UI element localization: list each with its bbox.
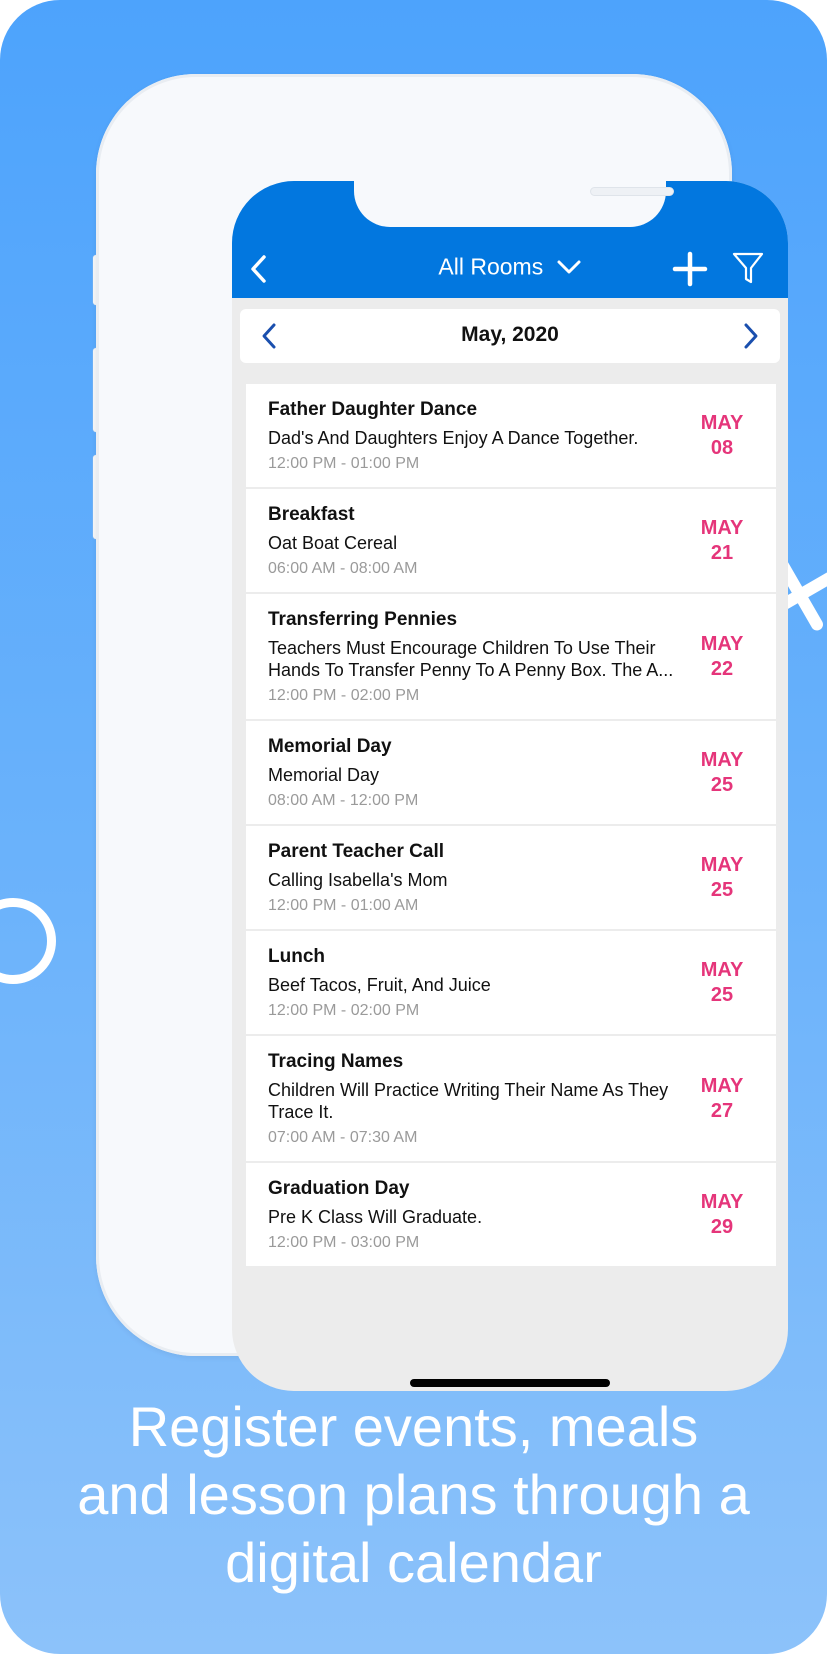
event-date-badge: MAY 27	[692, 1074, 752, 1124]
event-time: 07:00 AM - 07:30 AM	[268, 1129, 418, 1146]
event-list-item[interactable]: Lunch Beef Tacos, Fruit, And Juice 12:00…	[246, 931, 776, 1036]
next-month-button[interactable]	[738, 321, 762, 351]
event-time: 12:00 PM - 03:00 PM	[268, 1234, 420, 1251]
event-month: MAY	[700, 1074, 744, 1097]
event-title: Graduation Day	[268, 1178, 410, 1199]
add-event-button[interactable]	[672, 251, 708, 287]
event-title: Transferring Pennies	[268, 609, 458, 630]
event-day: 08	[710, 436, 734, 459]
event-day: 21	[710, 541, 734, 564]
event-time: 12:00 PM - 01:00 AM	[268, 897, 419, 914]
event-list-item[interactable]: Father Daughter Dance Dad's And Daughter…	[246, 384, 776, 489]
event-list-item[interactable]: Graduation Day Pre K Class Will Graduate…	[246, 1163, 776, 1266]
event-day: 29	[710, 1215, 734, 1238]
event-month: MAY	[700, 632, 744, 655]
event-month: MAY	[700, 411, 744, 434]
event-list-item[interactable]: Tracing Names Children Will Practice Wri…	[246, 1036, 776, 1163]
event-title: Parent Teacher Call	[268, 841, 445, 862]
event-list-item[interactable]: Transferring Pennies Teachers Must Encou…	[246, 594, 776, 721]
plus-icon	[672, 251, 708, 287]
caption-line: and lesson plans through a	[77, 1463, 750, 1526]
event-time: 12:00 PM - 02:00 PM	[268, 687, 420, 704]
event-date-badge: MAY 21	[692, 516, 752, 566]
event-description: Children Will Practice Writing Their Nam…	[268, 1080, 669, 1122]
event-day: 25	[710, 983, 734, 1006]
event-month: MAY	[700, 958, 744, 981]
chevron-right-icon	[744, 323, 758, 349]
event-description: Memorial Day	[268, 765, 380, 785]
event-day: 25	[710, 878, 734, 901]
event-description: Pre K Class Will Graduate.	[268, 1207, 483, 1227]
filter-icon	[732, 252, 764, 284]
event-title: Tracing Names	[268, 1051, 404, 1072]
event-title: Memorial Day	[268, 736, 392, 757]
phone-notch	[354, 181, 674, 227]
event-date-badge: MAY 22	[692, 632, 752, 682]
event-title: Breakfast	[268, 504, 355, 525]
decorative-circle-icon	[0, 898, 56, 984]
event-description: Beef Tacos, Fruit, And Juice	[268, 975, 491, 995]
event-description: Dad's And Daughters Enjoy A Dance Togeth…	[268, 428, 639, 448]
event-time: 06:00 AM - 08:00 AM	[268, 560, 418, 577]
event-list-item[interactable]: Breakfast Oat Boat Cereal 06:00 AM - 08:…	[246, 489, 776, 594]
phone-screen: All Rooms May, 2020 Father Daughter Danc…	[232, 181, 788, 1391]
phone-frame: All Rooms May, 2020 Father Daughter Danc…	[96, 74, 788, 1391]
event-month: MAY	[700, 1190, 744, 1213]
speaker-grille	[590, 187, 674, 196]
event-description: Oat Boat Cereal	[268, 533, 398, 553]
home-indicator[interactable]	[410, 1379, 610, 1387]
event-title: Father Daughter Dance	[268, 399, 478, 420]
room-selector-label: All Rooms	[438, 253, 544, 280]
promo-caption: Register events, meals and lesson plans …	[0, 1393, 827, 1597]
event-time: 12:00 PM - 02:00 PM	[268, 1002, 420, 1019]
event-day: 27	[710, 1099, 734, 1122]
event-time: 12:00 PM - 01:00 PM	[268, 455, 420, 472]
caption-line: digital calendar	[225, 1531, 602, 1594]
app-header: All Rooms	[232, 181, 788, 298]
event-list-item[interactable]: Parent Teacher Call Calling Isabella's M…	[246, 826, 776, 931]
event-date-badge: MAY 25	[692, 748, 752, 798]
event-month: MAY	[700, 853, 744, 876]
current-month-label: May, 2020	[461, 323, 559, 346]
event-date-badge: MAY 25	[692, 853, 752, 903]
promo-background: All Rooms May, 2020 Father Daughter Danc…	[0, 0, 827, 1654]
event-title: Lunch	[268, 946, 325, 967]
event-date-badge: MAY 29	[692, 1190, 752, 1240]
event-description: Calling Isabella's Mom	[268, 870, 448, 890]
event-month: MAY	[700, 516, 744, 539]
event-day: 25	[710, 773, 734, 796]
event-description: Teachers Must Encourage Children To Use …	[268, 638, 674, 680]
event-date-badge: MAY 08	[692, 411, 752, 461]
event-day: 22	[710, 657, 734, 680]
filter-button[interactable]	[732, 249, 764, 287]
caption-line: Register events, meals	[128, 1395, 699, 1458]
event-date-badge: MAY 25	[692, 958, 752, 1008]
month-navigator: May, 2020	[240, 309, 780, 363]
event-time: 08:00 AM - 12:00 PM	[268, 792, 419, 809]
event-list: Father Daughter Dance Dad's And Daughter…	[246, 384, 776, 1266]
event-list-item[interactable]: Memorial Day Memorial Day 08:00 AM - 12:…	[246, 721, 776, 826]
event-month: MAY	[700, 748, 744, 771]
chevron-down-icon	[557, 260, 581, 274]
